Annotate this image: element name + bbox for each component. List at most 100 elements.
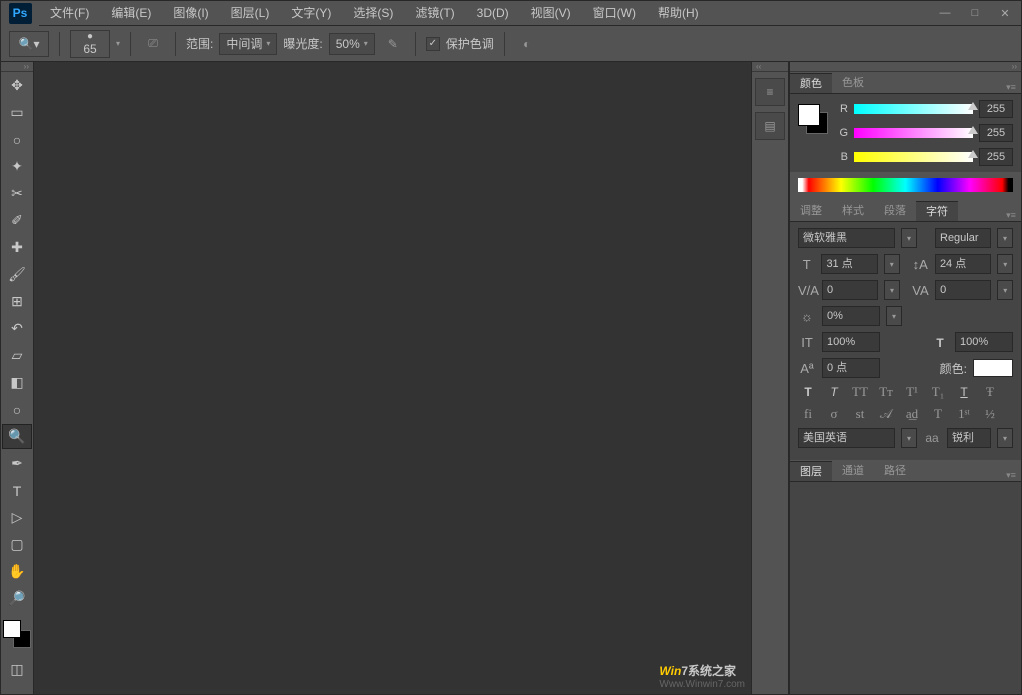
tab-color[interactable]: 颜色 <box>790 73 832 93</box>
brush-panel-icon[interactable]: ⎚ <box>141 33 165 55</box>
b-slider[interactable] <box>854 152 973 162</box>
menu-type[interactable]: 文字(Y) <box>280 1 342 26</box>
tab-layers[interactable]: 图层 <box>790 461 832 481</box>
gradient-tool[interactable]: ◧ <box>2 370 32 395</box>
panels-collapse[interactable]: ›› <box>790 62 1021 72</box>
menu-file[interactable]: 文件(F) <box>39 1 100 26</box>
font-family-dd[interactable]: ▾ <box>901 228 917 248</box>
brush-picker[interactable]: ● 65 <box>70 30 110 58</box>
color-swatches[interactable] <box>3 620 31 648</box>
r-slider[interactable] <box>854 104 973 114</box>
font-family-input[interactable]: 微软雅黑 <box>798 228 895 248</box>
subscript-button[interactable]: T₁ <box>928 384 948 400</box>
hscale-input[interactable]: 100% <box>955 332 1013 352</box>
r-value[interactable]: 255 <box>979 100 1013 118</box>
b-value[interactable]: 255 <box>979 148 1013 166</box>
protect-tones-checkbox[interactable]: ✓ <box>426 37 440 51</box>
tracking-input[interactable]: 0 <box>935 280 991 300</box>
tab-character[interactable]: 字符 <box>916 201 958 221</box>
scale-input[interactable]: 0% <box>822 306 880 326</box>
tracking-dd[interactable]: ▾ <box>997 280 1013 300</box>
eraser-tool[interactable]: ▱ <box>2 343 32 368</box>
tab-channels[interactable]: 通道 <box>832 461 874 481</box>
color-preview[interactable] <box>798 104 828 134</box>
fraction-half-button[interactable]: ½ <box>980 406 1000 422</box>
range-dropdown[interactable]: 中间调▾ <box>219 33 277 55</box>
vscale-input[interactable]: 100% <box>822 332 880 352</box>
color-ramp[interactable] <box>798 178 1013 192</box>
close-button[interactable]: ✕ <box>991 3 1019 23</box>
slider-thumb[interactable] <box>968 102 978 110</box>
char-panel-menu[interactable]: ▾≡ <box>1001 210 1021 221</box>
menu-view[interactable]: 视图(V) <box>520 1 582 26</box>
brush-tool[interactable]: 🖌 <box>2 262 32 287</box>
font-size-dd[interactable]: ▾ <box>884 254 900 274</box>
pressure-icon[interactable]: ◐ <box>515 33 539 55</box>
aa-input[interactable]: 锐利 <box>947 428 991 448</box>
menu-3d[interactable]: 3D(D) <box>466 1 520 26</box>
lasso-tool[interactable]: ○ <box>2 127 32 152</box>
clone-stamp-tool[interactable]: ⊞ <box>2 289 32 314</box>
tab-paragraph[interactable]: 段落 <box>874 201 916 221</box>
airbrush-icon[interactable]: ✎ <box>381 33 405 55</box>
marquee-tool[interactable]: ▭ <box>2 100 32 125</box>
slider-thumb[interactable] <box>968 150 978 158</box>
layers-panel-menu[interactable]: ▾≡ <box>1001 470 1021 481</box>
language-dd[interactable]: ▾ <box>901 428 917 448</box>
quick-mask-tool[interactable]: ◫ <box>2 657 32 682</box>
menu-help[interactable]: 帮助(H) <box>647 1 710 26</box>
minimize-button[interactable]: — <box>931 3 959 23</box>
fraction-1st-button[interactable]: 1ˢᵗ <box>954 406 974 422</box>
kerning-dd[interactable]: ▾ <box>884 280 900 300</box>
ligature-fi-button[interactable]: fi <box>798 406 818 422</box>
history-brush-tool[interactable]: ↶ <box>2 316 32 341</box>
kerning-input[interactable]: 0 <box>822 280 878 300</box>
oldstyle-button[interactable]: T <box>928 406 948 422</box>
blur-tool[interactable]: ○ <box>2 397 32 422</box>
tab-paths[interactable]: 路径 <box>874 461 916 481</box>
g-slider[interactable] <box>854 128 973 138</box>
tab-styles[interactable]: 样式 <box>832 201 874 221</box>
ordinal-button[interactable]: σ <box>824 406 844 422</box>
tab-swatches[interactable]: 色板 <box>832 73 874 93</box>
rectangle-tool[interactable]: ▢ <box>2 532 32 557</box>
menu-image[interactable]: 图像(I) <box>162 1 219 26</box>
font-size-input[interactable]: 31 点 <box>821 254 878 274</box>
maximize-button[interactable]: □ <box>961 3 989 23</box>
healing-brush-tool[interactable]: ✚ <box>2 235 32 260</box>
menu-filter[interactable]: 滤镜(T) <box>404 1 465 26</box>
scale-dd[interactable]: ▾ <box>886 306 902 326</box>
hand-tool[interactable]: ✋ <box>2 559 32 584</box>
slider-thumb[interactable] <box>968 126 978 134</box>
font-style-input[interactable]: Regular <box>935 228 991 248</box>
foreground-color[interactable] <box>3 620 21 638</box>
menu-select[interactable]: 选择(S) <box>342 1 404 26</box>
canvas-area[interactable]: Win7系统之家 Www.Winwin7.com <box>34 62 751 694</box>
crop-tool[interactable]: ✂ <box>2 181 32 206</box>
baseline-input[interactable]: 0 点 <box>822 358 880 378</box>
language-input[interactable]: 美国英语 <box>798 428 895 448</box>
path-selection-tool[interactable]: ▷ <box>2 505 32 530</box>
allcaps-button[interactable]: TT <box>850 384 870 400</box>
move-tool[interactable]: ✥ <box>2 73 32 98</box>
aa-dd[interactable]: ▾ <box>997 428 1013 448</box>
dock-info-icon[interactable]: ▤ <box>755 112 785 140</box>
leading-input[interactable]: 24 点 <box>935 254 992 274</box>
underline-button[interactable]: T <box>954 384 974 400</box>
menu-window[interactable]: 窗口(W) <box>582 1 647 26</box>
panel-foreground-color[interactable] <box>798 104 820 126</box>
italic-button[interactable]: T <box>824 384 844 400</box>
type-tool[interactable]: T <box>2 478 32 503</box>
exposure-dropdown[interactable]: 50%▾ <box>329 33 375 55</box>
text-color-chip[interactable] <box>973 359 1013 377</box>
menu-edit[interactable]: 编辑(E) <box>100 1 162 26</box>
dock-collapse[interactable]: ‹‹ <box>752 62 788 72</box>
font-style-dd[interactable]: ▾ <box>997 228 1013 248</box>
tab-adjustments[interactable]: 调整 <box>790 201 832 221</box>
color-panel-menu[interactable]: ▾≡ <box>1001 82 1021 93</box>
dodge-tool[interactable]: 🔍 <box>2 424 32 449</box>
g-value[interactable]: 255 <box>979 124 1013 142</box>
leading-dd[interactable]: ▾ <box>997 254 1013 274</box>
strikethrough-button[interactable]: Ŧ <box>980 384 1000 400</box>
dock-histogram-icon[interactable]: ≡ <box>755 78 785 106</box>
